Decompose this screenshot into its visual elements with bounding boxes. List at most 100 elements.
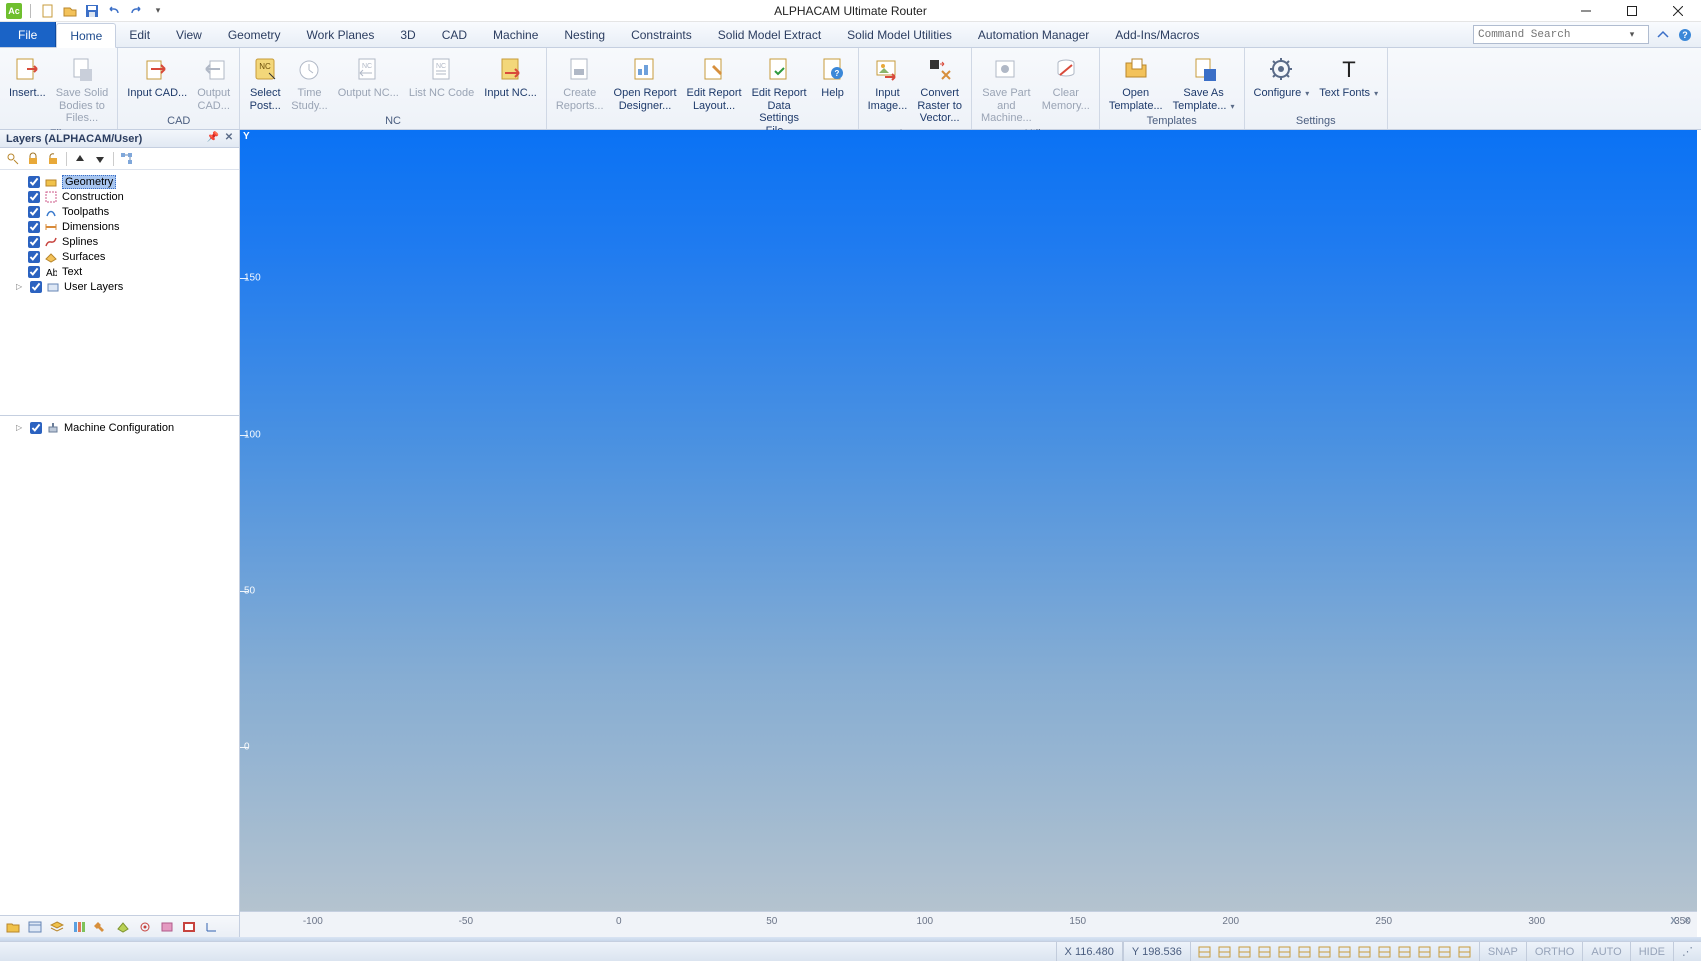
command-search-input[interactable] [1474, 29, 1624, 41]
layer-visibility-checkbox[interactable] [28, 251, 40, 263]
status-cs-icon[interactable] [1257, 945, 1273, 959]
status-toggle-ortho[interactable]: ORTHO [1526, 942, 1583, 961]
layer-visibility-checkbox[interactable] [28, 176, 40, 188]
view-tab-origin-icon[interactable] [135, 918, 155, 936]
layers-up-icon[interactable] [71, 150, 89, 168]
tab-constraints[interactable]: Constraints [618, 22, 705, 47]
status-rect-icon[interactable] [1457, 945, 1473, 959]
tab-automation-manager[interactable]: Automation Manager [965, 22, 1102, 47]
close-button[interactable] [1655, 0, 1701, 22]
tree-node-text[interactable]: AbText [2, 264, 237, 279]
new-icon[interactable] [39, 2, 57, 20]
view-tab-render-icon[interactable] [179, 918, 199, 936]
command-search[interactable]: ▾ [1473, 25, 1649, 44]
layer-visibility-checkbox[interactable] [28, 206, 40, 218]
tab-work-planes[interactable]: Work Planes [294, 22, 388, 47]
status-box1-icon[interactable] [1317, 945, 1333, 959]
qat-customize-icon[interactable]: ▾ [149, 2, 167, 20]
view-tab-axis-icon[interactable] [201, 918, 221, 936]
ribbon-input-cad-button[interactable]: Input CAD... [122, 50, 192, 103]
layer-visibility-checkbox[interactable] [28, 191, 40, 203]
view-tab-features-icon[interactable] [157, 918, 177, 936]
tree-node-geometry[interactable]: Geometry [2, 174, 237, 189]
ribbon-open-report-designer-button[interactable]: Open ReportDesigner... [609, 50, 682, 115]
save-icon[interactable] [83, 2, 101, 20]
status-toggle-hide[interactable]: HIDE [1630, 942, 1673, 961]
ribbon-edit-report-layout-button[interactable]: Edit ReportLayout... [682, 50, 747, 115]
tab-edit[interactable]: Edit [116, 22, 163, 47]
tree-node-user-layers[interactable]: User Layers [2, 279, 237, 294]
ribbon-insert-button[interactable]: Insert... [4, 50, 51, 103]
layers-find-icon[interactable] [4, 150, 22, 168]
tab-3d[interactable]: 3D [387, 22, 428, 47]
tree-node-toolpaths[interactable]: Toolpaths [2, 204, 237, 219]
tree-node-splines[interactable]: Splines [2, 234, 237, 249]
minimize-ribbon-icon[interactable] [1655, 27, 1671, 43]
tree-node-machine-configuration[interactable]: Machine Configuration [2, 420, 237, 435]
tab-solid-model-extract[interactable]: Solid Model Extract [705, 22, 834, 47]
status-star-icon[interactable] [1417, 945, 1433, 959]
layer-visibility-checkbox[interactable] [28, 266, 40, 278]
status-axis-icon[interactable] [1277, 945, 1293, 959]
status-plane-icon[interactable] [1297, 945, 1313, 959]
tab-home[interactable]: Home [56, 23, 116, 48]
layers-tree-icon[interactable] [118, 150, 136, 168]
minimize-button[interactable] [1563, 0, 1609, 22]
tab-cad[interactable]: CAD [429, 22, 480, 47]
view-tab-planes-icon[interactable] [113, 918, 133, 936]
status-home-icon[interactable] [1197, 945, 1213, 959]
status-move-icon[interactable] [1237, 945, 1253, 959]
undo-icon[interactable] [105, 2, 123, 20]
ribbon-save-as-template-button[interactable]: Save AsTemplate... ▾ [1168, 50, 1240, 115]
tree-node-surfaces[interactable]: Surfaces [2, 249, 237, 264]
layers-tree[interactable]: GeometryConstructionToolpathsDimensionsS… [0, 170, 239, 416]
view-tab-tool-icon[interactable] [91, 918, 111, 936]
layer-visibility-checkbox[interactable] [28, 221, 40, 233]
ribbon-convert-raster-to-vector-button[interactable]: ConvertRaster toVector... [912, 50, 967, 128]
panel-close-icon[interactable]: ✕ [223, 131, 235, 143]
tab-geometry[interactable]: Geometry [215, 22, 294, 47]
status-tri-icon[interactable] [1377, 945, 1393, 959]
viewport[interactable]: Y 150100500 X ✕ -100-5005010015020025030… [240, 130, 1701, 937]
view-tab-layers-icon[interactable] [47, 918, 67, 936]
tree-node-construction[interactable]: Construction [2, 189, 237, 204]
view-tab-project-icon[interactable] [3, 918, 23, 936]
layer-visibility-checkbox[interactable] [28, 236, 40, 248]
ribbon-input-image-button[interactable]: InputImage... [863, 50, 913, 115]
status-toggle-snap[interactable]: SNAP [1479, 942, 1526, 961]
view-tab-styles-icon[interactable] [69, 918, 89, 936]
ribbon-help-button[interactable]: ?Help [812, 50, 854, 103]
ribbon-open-template-button[interactable]: OpenTemplate... [1104, 50, 1168, 115]
ribbon-edit-report-data-settings-file-button[interactable]: Edit ReportDataSettingsFile... [747, 50, 812, 141]
ribbon-input-nc-button[interactable]: Input NC... [479, 50, 542, 103]
search-dropdown-icon[interactable]: ▾ [1624, 29, 1640, 40]
layer-visibility-checkbox[interactable] [30, 422, 42, 434]
redo-icon[interactable] [127, 2, 145, 20]
panel-pin-icon[interactable]: 📌 [207, 131, 219, 143]
ribbon-configure-button[interactable]: Configure ▾ [1249, 50, 1315, 103]
open-icon[interactable] [61, 2, 79, 20]
tab-add-ins-macros[interactable]: Add-Ins/Macros [1102, 22, 1212, 47]
tab-file[interactable]: File [0, 22, 56, 47]
layers-lock-icon[interactable] [24, 150, 42, 168]
tree-node-dimensions[interactable]: Dimensions [2, 219, 237, 234]
machine-tree[interactable]: Machine Configuration [0, 416, 239, 915]
ribbon-text-fonts-button[interactable]: TText Fonts ▾ [1314, 50, 1383, 103]
status-resize-grip-icon[interactable]: ⋰ [1673, 942, 1701, 961]
status-xy-icon[interactable] [1217, 945, 1233, 959]
status-cube-icon[interactable] [1397, 945, 1413, 959]
status-snap-icon[interactable] [1437, 945, 1453, 959]
tab-solid-model-utilities[interactable]: Solid Model Utilities [834, 22, 965, 47]
layers-down-icon[interactable] [91, 150, 109, 168]
status-box3-icon[interactable] [1357, 945, 1373, 959]
tab-machine[interactable]: Machine [480, 22, 551, 47]
layer-visibility-checkbox[interactable] [30, 281, 42, 293]
tab-nesting[interactable]: Nesting [551, 22, 618, 47]
ribbon-select-post-button[interactable]: NCSelectPost... [244, 50, 286, 115]
layers-unlock-icon[interactable] [44, 150, 62, 168]
status-box2-icon[interactable] [1337, 945, 1353, 959]
view-tab-ops-icon[interactable] [25, 918, 45, 936]
status-toggle-auto[interactable]: AUTO [1582, 942, 1629, 961]
help-icon[interactable]: ? [1677, 27, 1693, 43]
maximize-button[interactable] [1609, 0, 1655, 22]
